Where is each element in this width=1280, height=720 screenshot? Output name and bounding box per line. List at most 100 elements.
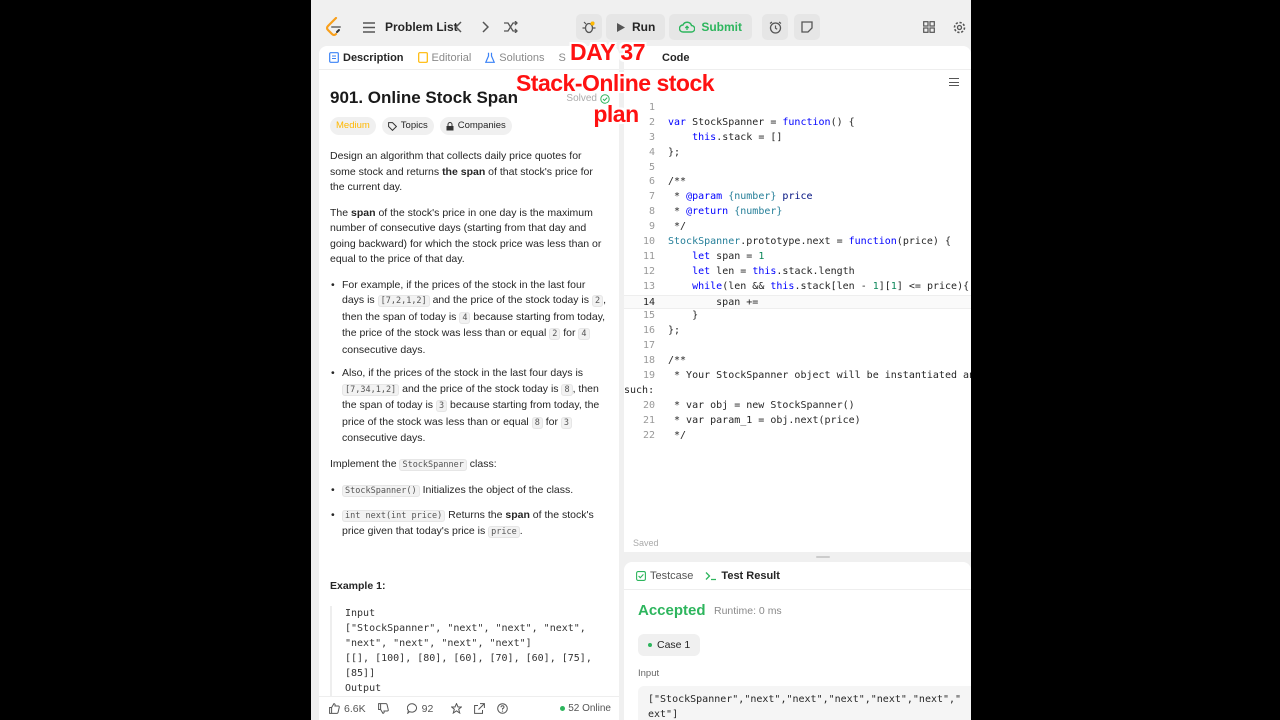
tab-test-result[interactable]: Test Result — [705, 569, 780, 582]
code-line: 12 let len = this.stack.length — [624, 265, 971, 280]
text: class: — [466, 457, 497, 470]
help-button[interactable] — [497, 703, 509, 714]
text: consecutive days. — [342, 343, 426, 356]
line-number: 5 — [648, 161, 655, 173]
code-line: 6 /** — [624, 175, 971, 190]
line-number: 22 — [642, 429, 655, 441]
text: Returns the — [445, 508, 506, 521]
chevron-left-icon[interactable] — [451, 19, 467, 35]
code-text: */ — [668, 221, 687, 233]
list-item: StockSpanner() Initializes the object of… — [331, 483, 610, 500]
tab-test-result-label: Test Result — [721, 569, 780, 582]
text: for — [542, 415, 561, 428]
inline-code: int next(int price) — [342, 509, 446, 522]
cloud-upload-icon — [679, 21, 696, 33]
topics-tag[interactable]: Topics — [381, 117, 434, 135]
problem-list-label: Problem List — [385, 20, 458, 34]
editor-menu-icon[interactable] — [949, 78, 959, 86]
layout-icon[interactable] — [921, 19, 937, 35]
implement-paragraph: Implement the StockSpanner class: — [330, 457, 610, 474]
inline-code: 8 — [561, 383, 573, 396]
case-label: Case 1 — [657, 639, 691, 651]
difficulty-badge[interactable]: Medium — [330, 117, 376, 135]
list-icon — [361, 19, 377, 35]
tag-icon — [387, 121, 397, 131]
gear-icon[interactable] — [951, 19, 967, 35]
problem-list-button[interactable]: Problem List — [361, 16, 458, 38]
star-icon — [451, 703, 463, 714]
example-line: Input — [345, 608, 376, 619]
code-line: such: — [624, 384, 971, 399]
line-number: 19 — [642, 370, 655, 382]
code-line: 8 * @return {number} — [624, 205, 971, 220]
result-panel: Testcase Test Result Accepted Runtime: 0… — [624, 562, 971, 720]
code-line: 22 */ — [624, 429, 971, 444]
example-line: ["StockSpanner", "next", "next", "next", — [345, 623, 586, 634]
share-button[interactable] — [474, 703, 486, 714]
code-text: this.stack = [] — [692, 131, 783, 143]
bug-icon — [582, 21, 596, 34]
thumbs-down-icon — [377, 703, 389, 714]
line-number: 12 — [642, 265, 655, 277]
line-number: 7 — [648, 191, 655, 203]
line-number: 14 — [642, 296, 655, 308]
dislike-button[interactable] — [377, 703, 389, 714]
chevron-right-icon[interactable] — [477, 19, 493, 35]
text: The — [330, 206, 352, 219]
inline-code: 2 — [591, 295, 604, 307]
tab-testcase[interactable]: Testcase — [636, 570, 693, 582]
code-text: * @param {number} price — [668, 191, 813, 203]
caption-line-2: Stack-Online stock — [515, 70, 715, 96]
code-text: }; — [668, 146, 681, 158]
share-icon — [474, 703, 486, 714]
case-1-button[interactable]: Case 1 — [638, 634, 701, 656]
example-line: Output — [345, 683, 382, 694]
code-line: 16}; — [624, 324, 971, 339]
left-black-bar — [0, 0, 311, 720]
line-number: 16 — [642, 325, 655, 337]
likes-count: 6.6K — [344, 702, 366, 715]
inline-code: [7,2,1,2] — [377, 295, 430, 307]
code-line: 4}; — [624, 146, 971, 161]
inline-code: [7,34,1,2] — [342, 383, 400, 396]
favorite-button[interactable] — [451, 703, 463, 714]
text: consecutive days. — [342, 432, 426, 444]
comments-button[interactable]: 92 — [406, 702, 434, 715]
line-number: 18 — [642, 355, 655, 367]
line-number: 4 — [648, 146, 655, 158]
line-number: 3 — [648, 131, 655, 143]
like-button[interactable]: 6.6K — [329, 703, 366, 715]
video-caption-overlay: DAY 37 Stack-Online stock plan — [500, 36, 730, 131]
terminal-icon — [705, 571, 717, 580]
line-number: 13 — [642, 280, 655, 292]
timer-button[interactable] — [762, 14, 788, 40]
comments-count: 92 — [421, 702, 434, 715]
code-line: 3 this.stack = [] — [624, 131, 971, 146]
tab-editorial-label: Editorial — [431, 51, 472, 64]
comment-icon — [406, 703, 417, 714]
leetcode-logo-icon[interactable] — [325, 17, 343, 37]
tab-editorial[interactable]: Editorial — [417, 51, 472, 64]
code-text: span += — [668, 296, 759, 308]
list-item: For example, if the prices of the stock … — [331, 278, 610, 359]
notes-button[interactable] — [794, 14, 820, 40]
tab-description[interactable]: Description — [329, 52, 404, 64]
code-text: * Your StockSpanner object will be insta… — [674, 370, 971, 382]
code-text: /** — [668, 355, 687, 367]
line-number: 20 — [642, 399, 655, 411]
input-label: Input — [638, 668, 660, 679]
code-line: 11 let span = 1 — [624, 250, 971, 265]
play-icon — [617, 22, 625, 32]
online-count: 52 Online — [568, 703, 611, 714]
shuffle-icon[interactable] — [503, 19, 519, 35]
input-line: ext"] — [648, 709, 679, 720]
run-label: Run — [632, 20, 656, 34]
flask-icon — [485, 52, 496, 63]
input-line: ["StockSpanner","next","next","next","ne… — [648, 694, 962, 705]
panel-resize-handle[interactable] — [816, 556, 830, 558]
result-tabs: Testcase Test Result — [624, 562, 971, 590]
inline-code: 2 — [549, 328, 561, 340]
line-number: 21 — [642, 414, 655, 426]
code-editor[interactable]: 1 2 var StockSpanner = function() { 3 thi… — [624, 101, 971, 443]
code-line: 18 /** — [624, 354, 971, 369]
